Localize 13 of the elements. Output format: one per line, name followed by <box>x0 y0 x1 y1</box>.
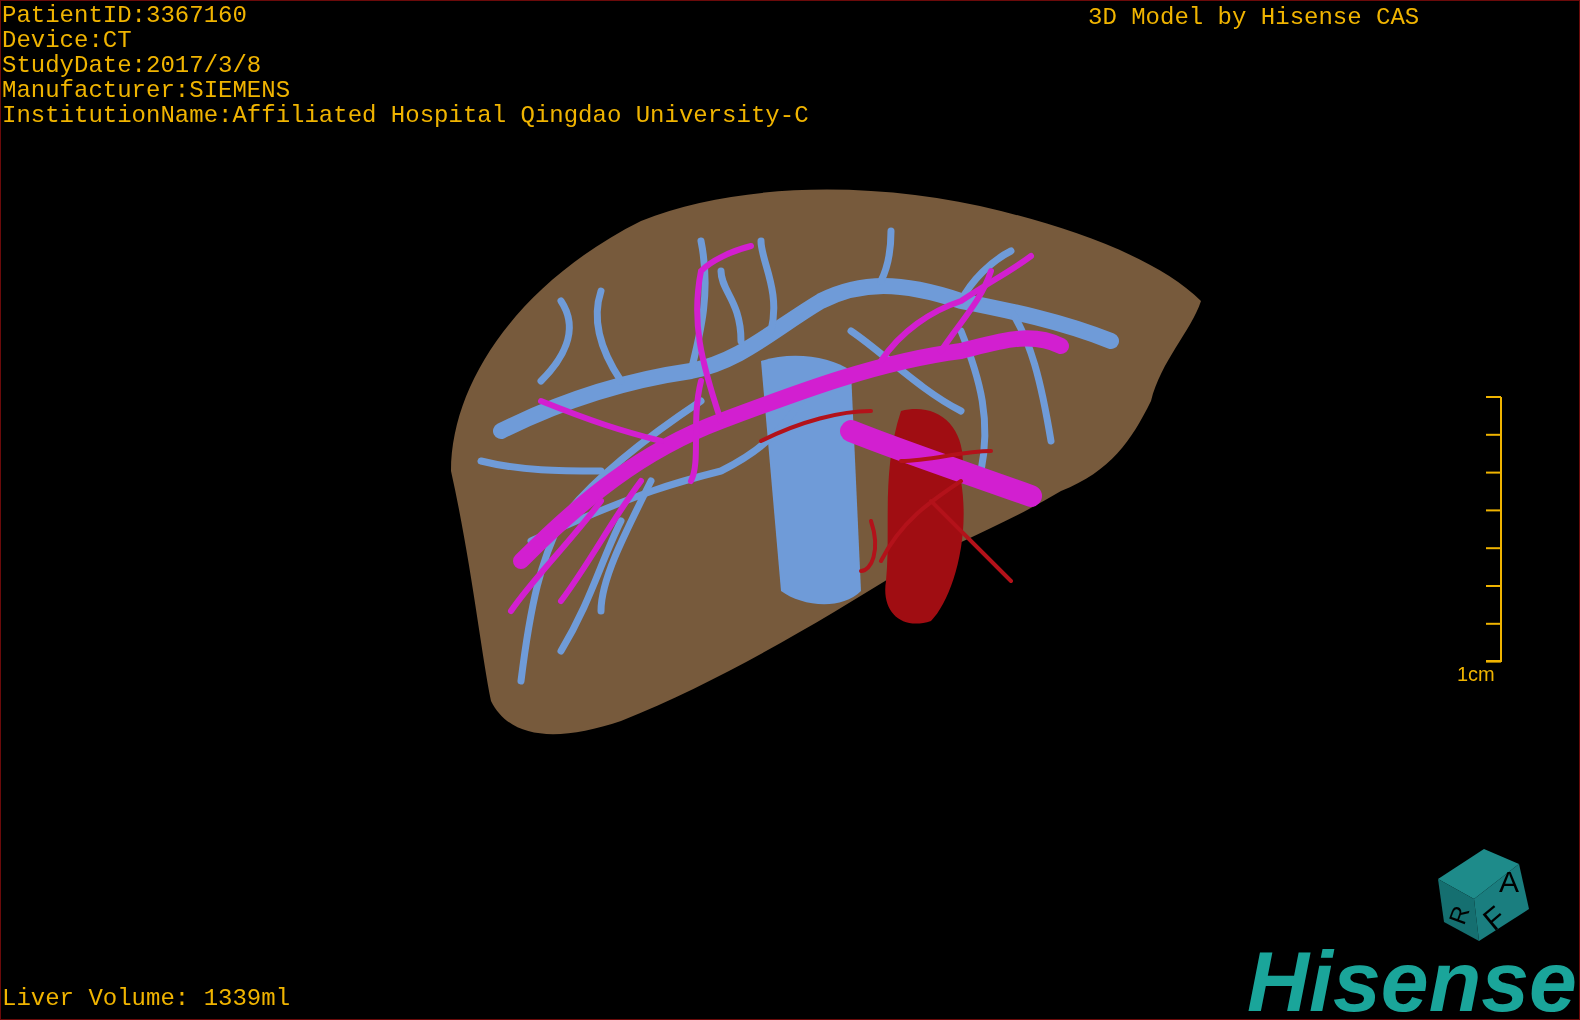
cube-face-label: A <box>1499 865 1519 898</box>
cube-face-label: F <box>1476 899 1512 937</box>
model-title: 3D Model by Hisense CAS <box>1088 5 1420 30</box>
dicom-info-line: Manufacturer:SIEMENS <box>2 78 291 103</box>
dicom-info-line: Device:CT <box>2 28 132 53</box>
orientation-cube[interactable]: A R F <box>1434 844 1534 944</box>
scale-label: 1cm <box>1457 663 1495 686</box>
dicom-info-line: PatientID:3367160 <box>2 3 247 28</box>
cube-face-label: R <box>1443 902 1475 928</box>
dicom-info-line: InstitutionName:Affiliated Hospital Qingdao University-C <box>2 103 809 128</box>
liver-volume: Liver Volume: 1339ml <box>2 986 291 1011</box>
dicom-info-line: StudyDate:2017/3/8 <box>2 53 262 78</box>
logo: Hisense <box>1247 946 1577 1016</box>
